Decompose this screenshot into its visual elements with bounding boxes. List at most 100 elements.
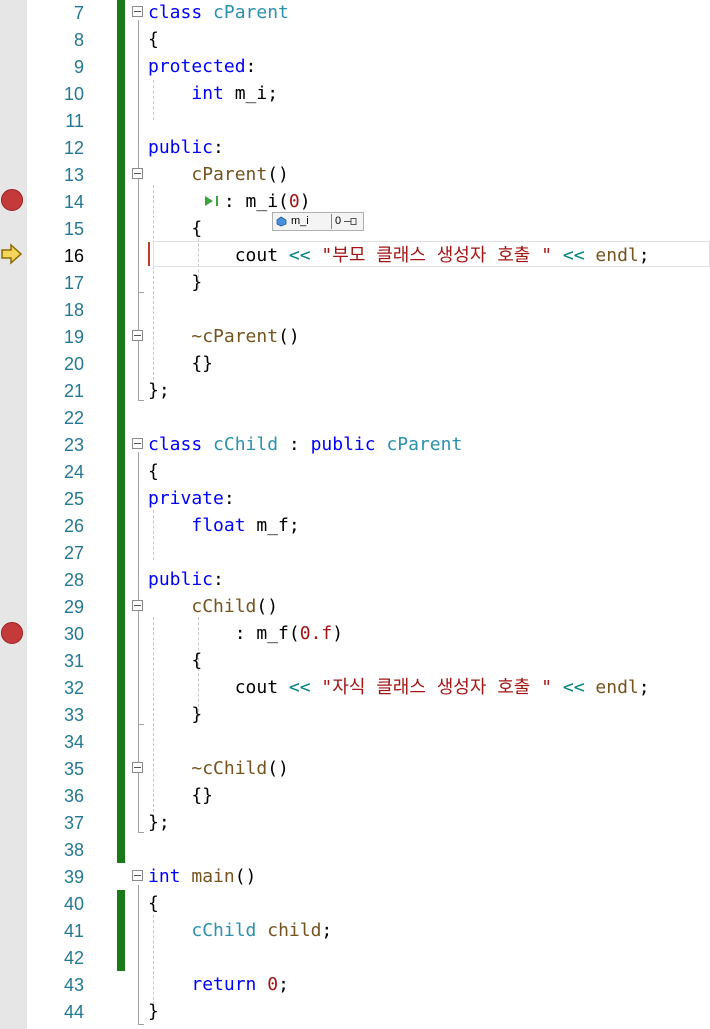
line-number: 22 [63, 408, 84, 428]
code-line[interactable]: 24 { [0, 460, 710, 487]
code-line[interactable]: 37}; [0, 811, 710, 838]
code-text[interactable]: return 0; [148, 973, 289, 997]
code-line[interactable]: 41 cChild child; [0, 919, 710, 946]
line-number: 10 [63, 84, 84, 104]
code-line[interactable]: 35 ~cChild() [0, 757, 710, 784]
code-text[interactable]: cout << "자식 클래스 생성자 호출 " << endl; [148, 676, 650, 700]
code-line[interactable]: 25 private: [0, 487, 710, 514]
code-text[interactable]: } [148, 271, 202, 295]
code-text[interactable]: public: [148, 568, 224, 592]
line-number: 17 [63, 273, 84, 293]
code-text[interactable]: : m_f(0.f) [148, 622, 343, 646]
code-line[interactable]: 21}; [0, 379, 710, 406]
code-line[interactable]: 20 {} [0, 352, 710, 379]
code-line[interactable]: 14 : m_i(0) [0, 190, 710, 217]
code-line[interactable]: 16 cout << "부모 클래스 생성자 호출 " << endl; [0, 244, 710, 271]
code-line[interactable]: 26 float m_f; [0, 514, 710, 541]
code-text[interactable]: cParent() [148, 163, 289, 187]
code-text[interactable]: {} [148, 352, 213, 376]
code-token: cParent [386, 434, 463, 455]
line-number: 19 [63, 327, 84, 347]
code-text[interactable]: {} [148, 784, 213, 808]
code-line[interactable]: 30 : m_f(0.f) [0, 622, 710, 649]
code-line[interactable]: 39 int main() [0, 865, 710, 892]
code-text[interactable]: cChild child; [148, 919, 332, 943]
code-text[interactable]: ~cChild() [148, 757, 289, 781]
code-token: 0 [267, 974, 279, 995]
code-text[interactable]: class cChild : public cParent [148, 433, 462, 457]
code-line[interactable]: 38 [0, 838, 710, 865]
code-line[interactable]: 28 public: [0, 568, 710, 595]
code-line[interactable]: 11 [0, 109, 710, 136]
code-line[interactable]: 42 [0, 946, 710, 973]
code-line[interactable]: 36 {} [0, 784, 710, 811]
code-token: ; [638, 677, 650, 698]
code-line[interactable]: 19 ~cParent() [0, 325, 710, 352]
code-text[interactable]: cout << "부모 클래스 생성자 호출 " << endl; [148, 244, 650, 268]
code-text[interactable]: { [148, 28, 159, 52]
line-number: 12 [63, 138, 84, 158]
code-text[interactable]: private: [148, 487, 235, 511]
code-text[interactable]: }; [148, 811, 170, 835]
code-line[interactable]: 15 { [0, 217, 710, 244]
line-number: 39 [63, 867, 84, 887]
code-line[interactable]: 8{ [0, 28, 710, 55]
code-token: ) [299, 191, 311, 212]
code-text[interactable]: class cParent [148, 1, 289, 25]
code-text[interactable]: } [148, 703, 202, 727]
code-token: cChild [191, 596, 257, 617]
code-line[interactable]: 7 class cParent [0, 1, 710, 28]
code-token: { [148, 461, 159, 482]
code-token: () [256, 596, 279, 617]
code-text[interactable]: } [148, 1000, 159, 1024]
code-line[interactable]: 13 cParent() [0, 163, 710, 190]
code-text[interactable]: public: [148, 136, 224, 160]
code-text[interactable]: float m_f; [148, 514, 299, 538]
line-number: 26 [63, 516, 84, 536]
code-token: cParent [191, 164, 268, 185]
code-text[interactable]: { [148, 460, 159, 484]
code-token: : m_i( [148, 191, 289, 212]
code-line[interactable]: 23 class cChild : public cParent [0, 433, 710, 460]
code-text[interactable]: { [148, 649, 202, 673]
code-text[interactable]: }; [148, 379, 170, 403]
code-text[interactable]: protected: [148, 55, 256, 79]
code-token: ~cParent [191, 326, 279, 347]
code-editor[interactable]: m_i 0 7 class cParent 8{9 protected: 10 int … [0, 0, 710, 1029]
code-line[interactable]: 17 } [0, 271, 710, 298]
code-token: "부모 클래스 생성자 호출 " [321, 245, 553, 266]
code-line[interactable]: 31 { [0, 649, 710, 676]
code-line[interactable]: 34 [0, 730, 710, 757]
code-token: << [288, 677, 311, 698]
code-line[interactable]: 43 return 0; [0, 973, 710, 1000]
code-line[interactable]: 40 { [0, 892, 710, 919]
code-line[interactable]: 29 cChild() [0, 595, 710, 622]
code-token: ; [638, 245, 650, 266]
code-line[interactable]: 18 [0, 298, 710, 325]
code-line[interactable]: 9 protected: [0, 55, 710, 82]
code-text[interactable]: { [148, 892, 159, 916]
code-text[interactable]: ~cParent() [148, 325, 299, 349]
line-number: 44 [63, 1002, 84, 1022]
code-line[interactable]: 32 cout << "자식 클래스 생성자 호출 " << endl; [0, 676, 710, 703]
code-line[interactable]: 12 public: [0, 136, 710, 163]
code-text[interactable]: int m_i; [148, 82, 278, 106]
code-text[interactable]: : m_i(0) [148, 190, 311, 214]
code-token: () [234, 866, 257, 887]
code-text[interactable]: int main() [148, 865, 256, 889]
code-line[interactable]: 10 int m_i; [0, 82, 710, 109]
code-text[interactable]: cChild() [148, 595, 278, 619]
code-line[interactable]: 44} [0, 1000, 710, 1027]
code-token: return [191, 974, 257, 995]
code-line[interactable]: 22 [0, 406, 710, 433]
code-text[interactable]: { [148, 217, 202, 241]
code-token: cout [148, 245, 289, 266]
code-token: main [191, 866, 235, 887]
code-line[interactable]: 27 [0, 541, 710, 568]
line-number: 34 [63, 732, 84, 752]
code-token: child [267, 920, 322, 941]
code-line[interactable]: 33 } [0, 703, 710, 730]
